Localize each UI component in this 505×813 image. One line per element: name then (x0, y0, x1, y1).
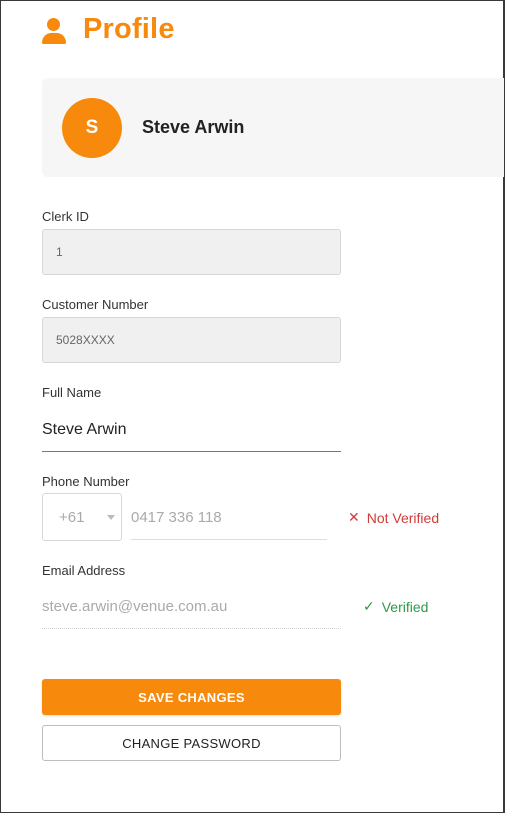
check-icon: ✓ (363, 598, 375, 614)
phone-status-text: Not Verified (366, 509, 440, 526)
save-changes-button[interactable]: SAVE CHANGES (42, 679, 341, 715)
page-header: Profile (41, 13, 175, 46)
phone-number-label: Phone Number (42, 474, 130, 489)
page-title: Profile (83, 13, 175, 45)
full-name-input[interactable]: Steve Arwin (42, 408, 341, 452)
close-icon: ✕ (348, 509, 360, 525)
change-password-button[interactable]: CHANGE PASSWORD (42, 725, 341, 761)
country-code-value: +61 (59, 508, 85, 526)
email-field[interactable]: steve.arwin@venue.com.au (42, 585, 341, 629)
user-card: S Steve Arwin (42, 78, 504, 177)
profile-page: Profile S Steve Arwin Clerk ID 1 Custome… (0, 0, 505, 813)
email-status: ✓ Verified (363, 598, 428, 615)
phone-status: ✕ Not Verified (348, 509, 439, 526)
clerk-id-field: 1 (42, 229, 341, 275)
user-name: Steve Arwin (142, 117, 245, 137)
clerk-id-label: Clerk ID (42, 209, 89, 224)
customer-number-label: Customer Number (42, 297, 149, 312)
country-code-select[interactable]: +61 (42, 493, 122, 541)
email-address-label: Email Address (42, 563, 126, 578)
person-icon (41, 16, 67, 44)
customer-number-field: 5028XXXX (42, 317, 341, 363)
avatar: S (62, 97, 122, 158)
email-status-text: Verified (381, 598, 429, 615)
phone-number-input[interactable]: 0417 336 118 (131, 495, 327, 540)
full-name-label: Full Name (42, 385, 102, 400)
chevron-down-icon (107, 515, 115, 520)
